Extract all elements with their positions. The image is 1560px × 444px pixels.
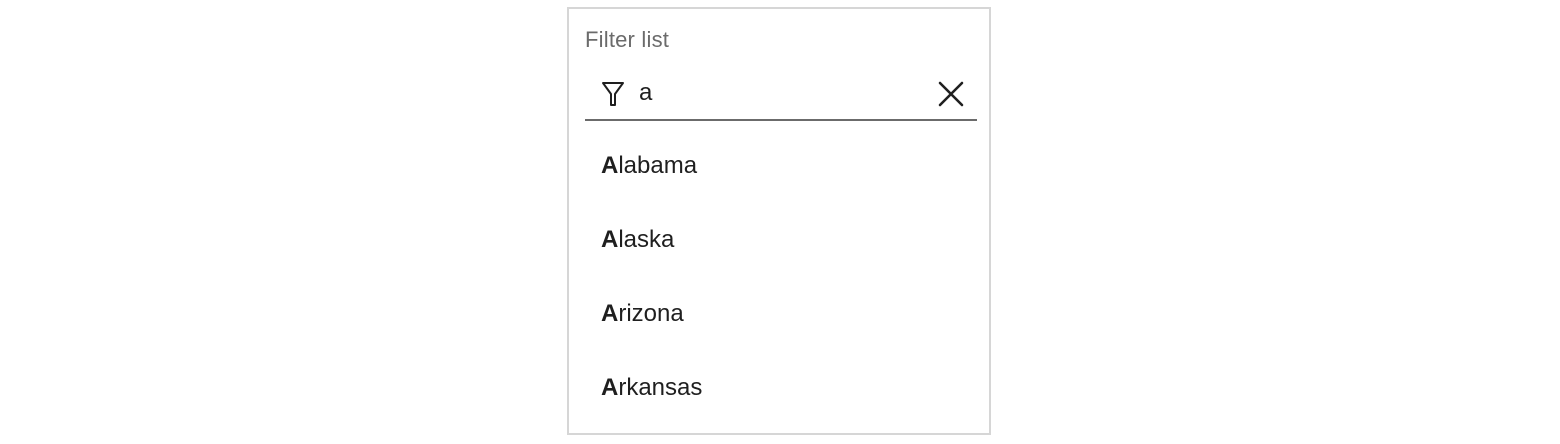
filter-funnel-icon bbox=[602, 82, 624, 106]
list-item[interactable]: Alabama bbox=[585, 129, 977, 203]
filter-results-list: Alabama Alaska Arizona Arkansas bbox=[585, 129, 977, 425]
list-item-rest: labama bbox=[618, 152, 698, 179]
list-item[interactable]: Arkansas bbox=[585, 351, 977, 425]
filter-field[interactable] bbox=[585, 67, 977, 121]
filter-input[interactable] bbox=[639, 77, 929, 109]
list-item-match: A bbox=[601, 152, 619, 179]
list-item-match: A bbox=[601, 374, 619, 401]
filter-list-label: Filter list bbox=[585, 27, 670, 52]
list-item[interactable]: Arizona bbox=[585, 277, 977, 351]
list-item-rest: laska bbox=[618, 226, 675, 253]
list-item-match: A bbox=[601, 226, 619, 253]
close-icon[interactable] bbox=[935, 78, 967, 110]
list-item-rest: rkansas bbox=[618, 374, 703, 401]
list-item-match: A bbox=[601, 300, 619, 327]
list-item[interactable]: Alaska bbox=[585, 203, 977, 277]
filter-list-panel: Filter list Alabama Alaska Arizona Arkan… bbox=[567, 7, 991, 435]
list-item-rest: rizona bbox=[618, 300, 684, 327]
